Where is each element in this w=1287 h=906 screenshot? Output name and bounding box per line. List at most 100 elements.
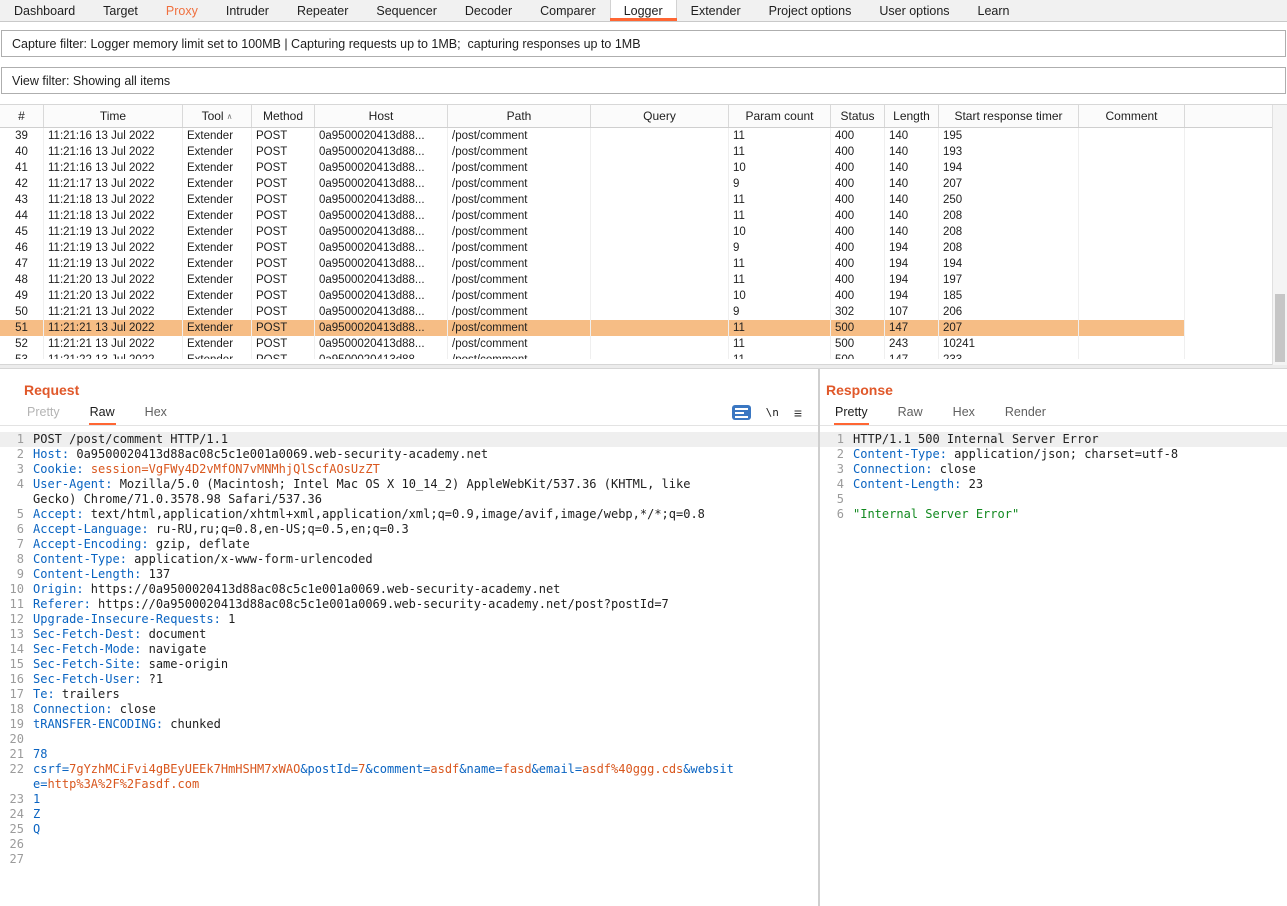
- cell-query: [591, 224, 729, 240]
- cell-status: 302: [831, 304, 885, 320]
- tab-raw[interactable]: Raw: [897, 405, 924, 425]
- cell-num: 49: [0, 288, 44, 304]
- top-tab-repeater[interactable]: Repeater: [283, 0, 362, 21]
- top-tab-sequencer[interactable]: Sequencer: [362, 0, 450, 21]
- line-number: 15: [0, 657, 24, 672]
- column-header-host[interactable]: Host: [315, 105, 448, 127]
- column-header-time[interactable]: Time: [44, 105, 183, 127]
- cell-method: POST: [252, 208, 315, 224]
- cell-tool: Extender: [183, 160, 252, 176]
- line-text: [853, 492, 1287, 507]
- cell-length: 194: [885, 256, 939, 272]
- line-text: Cookie: session=VgFWy4D2vMfON7vMNMhjQlSc…: [33, 462, 748, 477]
- line-text: csrf=7gYzhMCiFvi4gBEyUEEk7HmHSHM7xWAO&po…: [33, 762, 748, 792]
- top-tab-user-options[interactable]: User options: [865, 0, 963, 21]
- tab-raw[interactable]: Raw: [89, 405, 116, 425]
- top-tab-comparer[interactable]: Comparer: [526, 0, 610, 21]
- cell-param_count: 11: [729, 128, 831, 144]
- top-tab-decoder[interactable]: Decoder: [451, 0, 526, 21]
- table-row[interactable]: 4511:21:19 13 Jul 2022ExtenderPOST0a9500…: [0, 224, 1185, 240]
- top-tab-proxy[interactable]: Proxy: [152, 0, 212, 21]
- cell-method: POST: [252, 320, 315, 336]
- column-header-param-count[interactable]: Param count: [729, 105, 831, 127]
- line-text: "Internal Server Error": [853, 507, 1287, 522]
- cell-time: 11:21:18 13 Jul 2022: [44, 208, 183, 224]
- tab-pretty[interactable]: Pretty: [26, 405, 61, 425]
- line-number: 27: [0, 852, 24, 867]
- code-line: 6Accept-Language: ru-RU,ru;q=0.8,en-US;q…: [0, 522, 818, 537]
- table-row[interactable]: 4711:21:19 13 Jul 2022ExtenderPOST0a9500…: [0, 256, 1185, 272]
- cell-query: [591, 272, 729, 288]
- column-header-status[interactable]: Status: [831, 105, 885, 127]
- line-text: tRANSFER-ENCODING: chunked: [33, 717, 748, 732]
- column-header-index[interactable]: #: [0, 105, 44, 127]
- line-text: Accept-Encoding: gzip, deflate: [33, 537, 748, 552]
- line-number: 1: [820, 432, 844, 447]
- table-row[interactable]: 4611:21:19 13 Jul 2022ExtenderPOST0a9500…: [0, 240, 1185, 256]
- request-editor[interactable]: 1POST /post/comment HTTP/1.12Host: 0a950…: [0, 426, 818, 906]
- top-tab-target[interactable]: Target: [89, 0, 152, 21]
- line-text: Accept-Language: ru-RU,ru;q=0.8,en-US;q=…: [33, 522, 748, 537]
- tab-render[interactable]: Render: [1004, 405, 1047, 425]
- top-tab-extender[interactable]: Extender: [677, 0, 755, 21]
- tab-hex[interactable]: Hex: [144, 405, 168, 425]
- cell-comment: [1079, 192, 1185, 208]
- message-editors-area: Request PrettyRawHex \n ≡ 1POST /post/co…: [0, 369, 1287, 906]
- top-tab-logger[interactable]: Logger: [610, 0, 677, 21]
- line-text: HTTP/1.1 500 Internal Server Error: [853, 432, 1287, 447]
- column-header-query[interactable]: Query: [591, 105, 729, 127]
- top-tab-learn[interactable]: Learn: [964, 0, 1024, 21]
- table-row[interactable]: 4911:21:20 13 Jul 2022ExtenderPOST0a9500…: [0, 288, 1185, 304]
- column-header-label: Method: [263, 109, 303, 123]
- code-line: 12Upgrade-Insecure-Requests: 1: [0, 612, 818, 627]
- table-row[interactable]: 4011:21:16 13 Jul 2022ExtenderPOST0a9500…: [0, 144, 1185, 160]
- tab-pretty[interactable]: Pretty: [834, 405, 869, 425]
- cell-time: 11:21:17 13 Jul 2022: [44, 176, 183, 192]
- column-header-comment[interactable]: Comment: [1079, 105, 1185, 127]
- code-line: 3Cookie: session=VgFWy4D2vMfON7vMNMhjQlS…: [0, 462, 818, 477]
- table-row[interactable]: 5111:21:21 13 Jul 2022ExtenderPOST0a9500…: [0, 320, 1185, 336]
- table-vertical-scrollbar[interactable]: [1272, 105, 1287, 365]
- cell-method: POST: [252, 144, 315, 160]
- top-tab-dashboard[interactable]: Dashboard: [0, 0, 89, 21]
- line-number: 3: [820, 462, 844, 477]
- column-header-start-response-timer[interactable]: Start response timer: [939, 105, 1079, 127]
- column-header-path[interactable]: Path: [448, 105, 591, 127]
- line-number: 1: [0, 432, 24, 447]
- scrollbar-thumb[interactable]: [1275, 294, 1285, 362]
- response-editor[interactable]: 1HTTP/1.1 500 Internal Server Error2Cont…: [820, 426, 1287, 906]
- line-number: 12: [0, 612, 24, 627]
- cell-method: POST: [252, 288, 315, 304]
- table-row[interactable]: 3911:21:16 13 Jul 2022ExtenderPOST0a9500…: [0, 128, 1185, 144]
- top-tab-project-options[interactable]: Project options: [755, 0, 866, 21]
- table-row[interactable]: 5311:21:22 13 Jul 2022ExtenderPOST0a9500…: [0, 352, 1185, 359]
- top-tab-intruder[interactable]: Intruder: [212, 0, 283, 21]
- cell-method: POST: [252, 272, 315, 288]
- cell-status: 400: [831, 144, 885, 160]
- table-row[interactable]: 4811:21:20 13 Jul 2022ExtenderPOST0a9500…: [0, 272, 1185, 288]
- cell-param_count: 11: [729, 144, 831, 160]
- column-header-method[interactable]: Method: [252, 105, 315, 127]
- cell-num: 51: [0, 320, 44, 336]
- line-number: 8: [0, 552, 24, 567]
- code-line: 18Connection: close: [0, 702, 818, 717]
- column-header-length[interactable]: Length: [885, 105, 939, 127]
- table-row[interactable]: 5211:21:21 13 Jul 2022ExtenderPOST0a9500…: [0, 336, 1185, 352]
- table-row[interactable]: 4211:21:17 13 Jul 2022ExtenderPOST0a9500…: [0, 176, 1185, 192]
- cell-query: [591, 352, 729, 359]
- table-row[interactable]: 4311:21:18 13 Jul 2022ExtenderPOST0a9500…: [0, 192, 1185, 208]
- code-line: 1POST /post/comment HTTP/1.1: [0, 432, 818, 447]
- cell-param_count: 10: [729, 160, 831, 176]
- table-row[interactable]: 4111:21:16 13 Jul 2022ExtenderPOST0a9500…: [0, 160, 1185, 176]
- menu-icon[interactable]: ≡: [794, 406, 802, 420]
- response-panel-header: Response: [820, 369, 1287, 399]
- pretty-print-icon[interactable]: [732, 405, 751, 420]
- table-row[interactable]: 5011:21:21 13 Jul 2022ExtenderPOST0a9500…: [0, 304, 1185, 320]
- table-row[interactable]: 4411:21:18 13 Jul 2022ExtenderPOST0a9500…: [0, 208, 1185, 224]
- newline-icon[interactable]: \n: [766, 406, 779, 419]
- view-filter-bar[interactable]: View filter: Showing all items: [1, 67, 1286, 94]
- tab-hex[interactable]: Hex: [952, 405, 976, 425]
- capture-filter-bar[interactable]: Capture filter: Logger memory limit set …: [1, 30, 1286, 57]
- code-line: 13Sec-Fetch-Dest: document: [0, 627, 818, 642]
- column-header-tool[interactable]: Tool∧: [183, 105, 252, 127]
